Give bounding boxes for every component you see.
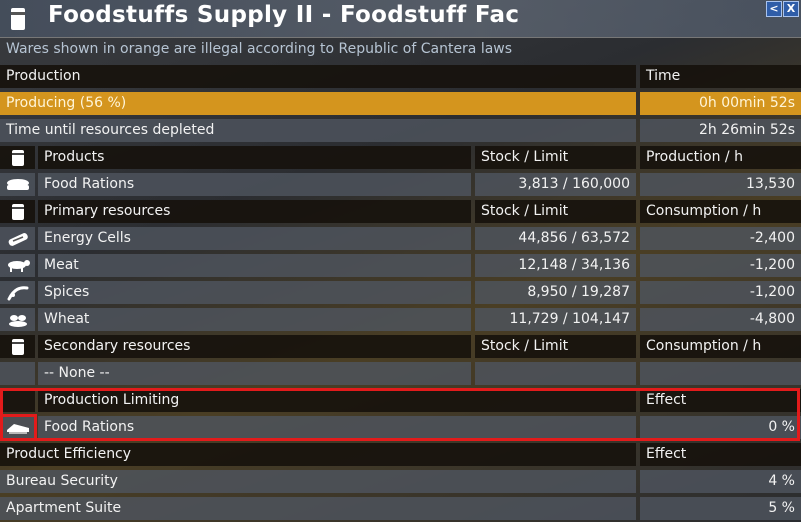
depletion-label: Time until resources depleted: [0, 119, 636, 142]
limiting-effect-header: Effect: [640, 389, 801, 412]
primary-rate-header: Consumption / h: [640, 200, 801, 223]
wheat-icon-cell: [0, 308, 35, 331]
secondary-stock-header: Stock / Limit: [475, 335, 636, 358]
food-rations-icon-cell: [0, 173, 35, 196]
products-header: Products: [38, 146, 471, 169]
limiting-item-name[interactable]: Food Rations: [38, 416, 636, 439]
limiting-icon-cell: [0, 389, 35, 412]
products-rate-header: Production / h: [640, 146, 801, 169]
meat-icon-cell: [0, 254, 35, 277]
product-rate: 13,530: [640, 173, 801, 196]
secondary-header: Secondary resources: [38, 335, 471, 358]
resource-stock: 11,729 / 104,147: [475, 308, 636, 331]
empty-cell: [640, 362, 801, 385]
primary-stock-header: Stock / Limit: [475, 200, 636, 223]
container-icon: [11, 149, 24, 166]
back-button[interactable]: <: [766, 1, 782, 17]
production-time-header: Time: [640, 65, 801, 88]
food-rations-limiting-icon-cell: [0, 416, 35, 439]
energy-cells-icon-cell: [0, 227, 35, 250]
empty-icon-cell: [0, 362, 35, 385]
meat-icon: [7, 259, 30, 272]
production-status: Producing (56 %): [0, 92, 636, 115]
container-icon: [11, 203, 24, 220]
efficiency-item-name[interactable]: Apartment Suite: [0, 497, 636, 520]
window-titlebar: Foodstuffs Supply II - Foodstuff Fac < X: [0, 0, 801, 38]
depletion-time: 2h 26min 52s: [640, 119, 801, 142]
resource-name[interactable]: Energy Cells: [38, 227, 471, 250]
resource-name[interactable]: Wheat: [38, 308, 471, 331]
product-name[interactable]: Food Rations: [38, 173, 471, 196]
spices-icon-cell: [0, 281, 35, 304]
container-icon: [11, 8, 25, 30]
close-button[interactable]: X: [783, 1, 799, 17]
secondary-section-icon: [0, 335, 35, 358]
resource-name[interactable]: Meat: [38, 254, 471, 277]
legality-notice: Wares shown in orange are illegal accord…: [6, 41, 513, 57]
food-rations-icon: [6, 178, 29, 190]
window-title: Foodstuffs Supply II - Foodstuff Fac: [48, 2, 520, 28]
resource-rate: -1,200: [640, 254, 801, 277]
efficiency-header: Product Efficiency: [0, 443, 636, 466]
resource-stock: 44,856 / 63,572: [475, 227, 636, 250]
production-status-time: 0h 00min 52s: [640, 92, 801, 115]
primary-section-icon: [0, 200, 35, 223]
food-rations-limiting-icon: [6, 423, 29, 434]
product-stock: 3,813 / 160,000: [475, 173, 636, 196]
secondary-none: -- None --: [38, 362, 471, 385]
empty-cell: [475, 362, 636, 385]
efficiency-effect-header: Effect: [640, 443, 801, 466]
spices-icon: [7, 285, 28, 300]
resource-rate: -2,400: [640, 227, 801, 250]
primary-header: Primary resources: [38, 200, 471, 223]
resource-name[interactable]: Spices: [38, 281, 471, 304]
wheat-icon: [8, 314, 27, 327]
products-section-icon: [0, 146, 35, 169]
efficiency-item-effect: 4 %: [640, 470, 801, 493]
products-stock-header: Stock / Limit: [475, 146, 636, 169]
efficiency-item-effect: 5 %: [640, 497, 801, 520]
energy-cells-icon: [8, 232, 28, 246]
efficiency-item-name[interactable]: Bureau Security: [0, 470, 636, 493]
production-header: Production: [0, 65, 636, 88]
resource-stock: 12,148 / 34,136: [475, 254, 636, 277]
resource-rate: -1,200: [640, 281, 801, 304]
limiting-header: Production Limiting: [38, 389, 636, 412]
secondary-rate-header: Consumption / h: [640, 335, 801, 358]
limiting-item-effect: 0 %: [640, 416, 801, 439]
resource-stock: 8,950 / 19,287: [475, 281, 636, 304]
container-icon: [11, 338, 24, 355]
resource-rate: -4,800: [640, 308, 801, 331]
